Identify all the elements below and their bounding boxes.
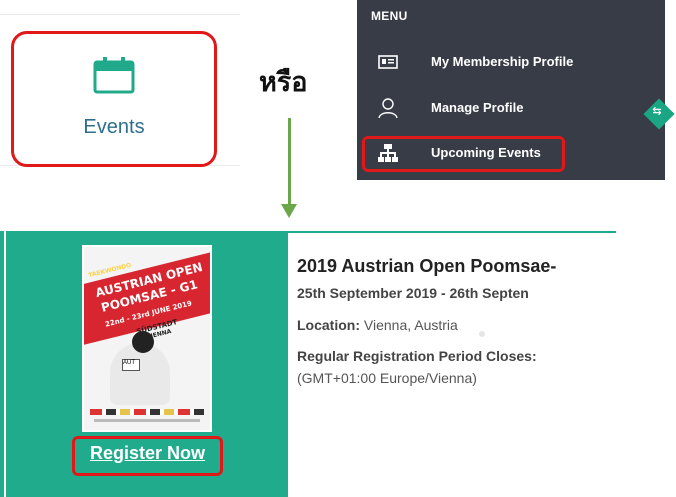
user-icon bbox=[378, 98, 398, 119]
card-edge bbox=[0, 231, 4, 497]
event-poster-image[interactable]: TAEKWONDO AUSTRIAN OPEN POOMSAE - G1 22n… bbox=[84, 247, 210, 430]
events-panel: Events bbox=[0, 14, 240, 167]
poster-figure-head bbox=[132, 331, 154, 353]
events-tile-button[interactable]: Events bbox=[11, 31, 217, 167]
menu-item-label: Manage Profile bbox=[431, 100, 524, 115]
event-timezone: (GMT+01:00 Europe/Vienna) bbox=[297, 370, 477, 386]
event-details: 2019 Austrian Open Poomsae- 25th Septemb… bbox=[290, 231, 616, 497]
registration-period-label: Regular Registration Period Closes: bbox=[297, 348, 537, 364]
id-card-icon bbox=[378, 55, 398, 69]
decorative-dot bbox=[479, 331, 485, 337]
poster-footer bbox=[94, 419, 200, 422]
event-title[interactable]: 2019 Austrian Open Poomsae- bbox=[297, 256, 556, 277]
menu-item-upcoming-events[interactable]: Upcoming Events bbox=[357, 136, 657, 172]
arrow-shaft bbox=[288, 118, 291, 208]
or-text: หรือ bbox=[259, 67, 308, 98]
menu-title: MENU bbox=[371, 9, 408, 23]
poster-badge: AUT bbox=[122, 359, 140, 371]
calendar-icon bbox=[93, 57, 135, 94]
arrow-down-icon bbox=[281, 204, 297, 218]
menu-item-my-membership-profile[interactable]: My Membership Profile bbox=[357, 46, 657, 80]
register-now-link[interactable]: Register Now bbox=[72, 443, 223, 464]
menu-item-label: Upcoming Events bbox=[431, 145, 541, 160]
poster-sponsors bbox=[90, 409, 204, 415]
event-dates: 25th September 2019 - 26th Septen bbox=[297, 285, 529, 301]
events-label: Events bbox=[83, 116, 145, 138]
sitemap-icon bbox=[378, 144, 398, 162]
event-card: TAEKWONDO AUSTRIAN OPEN POOMSAE - G1 22n… bbox=[0, 231, 616, 497]
location-label: Location: bbox=[297, 317, 360, 333]
menu-item-label: My Membership Profile bbox=[431, 54, 574, 69]
menu-item-manage-profile[interactable]: Manage Profile bbox=[357, 92, 657, 126]
event-location: Location: Vienna, Austria bbox=[297, 317, 458, 333]
location-value: Vienna, Austria bbox=[363, 317, 458, 333]
sidebar-menu: MENU My Membership Profile Manage Profil… bbox=[357, 0, 675, 180]
